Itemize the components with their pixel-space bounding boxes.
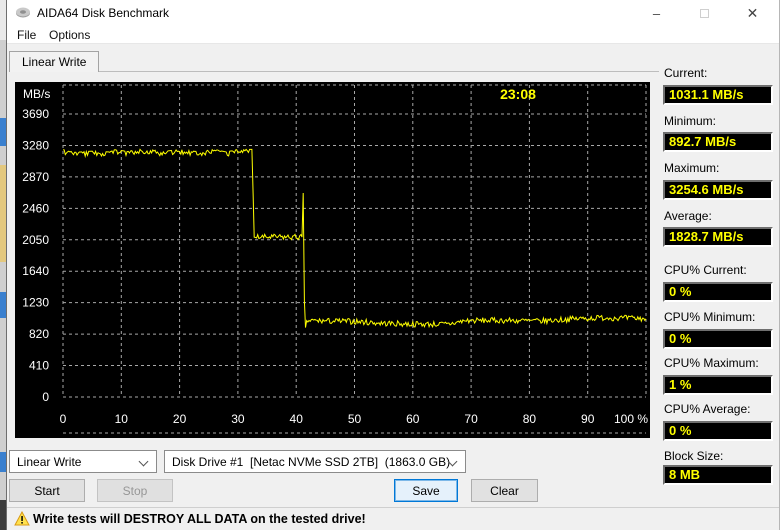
tab-linear-write[interactable]: Linear Write [9, 51, 100, 72]
axis-tick-label: 2870 [22, 170, 49, 184]
stat-label-average: Average: [664, 209, 712, 223]
stat-value-current: 1031.1 MB/s [663, 85, 773, 105]
stat-value-cpu-current: 0 % [663, 282, 773, 302]
axis-tick-label: 40 [290, 412, 304, 426]
menubar: File Options [7, 26, 779, 44]
maximize-icon [700, 8, 709, 18]
statusbar: Write tests will DESTROY ALL DATA on the… [7, 507, 779, 530]
start-button[interactable]: Start [9, 479, 85, 502]
stat-value-minimum: 892.7 MB/s [663, 132, 773, 152]
menu-file[interactable]: File [17, 28, 36, 42]
axis-tick-label: 60 [406, 412, 420, 426]
stat-label-cpu-minimum: CPU% Minimum: [664, 310, 756, 324]
stat-value-cpu-maximum: 1 % [663, 375, 773, 395]
warning-icon [14, 511, 30, 526]
axis-tick-label: 0 [60, 412, 67, 426]
axis-tick-label: 3690 [22, 107, 49, 121]
stat-value-average: 1828.7 MB/s [663, 227, 773, 247]
axis-tick-label: 100 % [614, 412, 648, 426]
test-type-value: Linear Write [17, 454, 82, 469]
stat-label-cpu-current: CPU% Current: [664, 263, 747, 277]
axis-tick-label: 20 [173, 412, 187, 426]
stat-label-cpu-maximum: CPU% Maximum: [664, 356, 759, 370]
stat-value-cpu-minimum: 0 % [663, 329, 773, 349]
menu-options[interactable]: Options [49, 28, 90, 42]
stat-value-block-size: 8 MB [663, 465, 773, 485]
axis-tick-label: 70 [464, 412, 478, 426]
axis-tick-label: 50 [348, 412, 362, 426]
save-button[interactable]: Save [394, 479, 458, 502]
axis-tick-label: 80 [523, 412, 537, 426]
axis-tick-label: 0 [42, 390, 49, 404]
axis-tick-label: 2050 [22, 233, 49, 247]
stat-label-current: Current: [664, 66, 708, 80]
stat-value-cpu-average: 0 % [663, 421, 773, 441]
chart-time-label: 23:08 [500, 86, 536, 102]
clear-button[interactable]: Clear [471, 479, 538, 502]
axis-tick-label: 410 [29, 359, 49, 373]
maximize-button[interactable] [682, 0, 727, 26]
axis-tick-label: 90 [581, 412, 595, 426]
window-title: AIDA64 Disk Benchmark [37, 6, 170, 20]
stop-button[interactable]: Stop [97, 479, 173, 502]
drive-select[interactable]: Disk Drive #1 [Netac NVMe SSD 2TB] (1863… [164, 450, 466, 473]
stat-value-maximum: 3254.6 MB/s [663, 180, 773, 200]
axis-tick-label: 10 [115, 412, 129, 426]
axis-tick-label: 3280 [22, 138, 49, 152]
benchmark-chart: MB/s041082012301640205024602870328036900… [15, 82, 650, 438]
titlebar: AIDA64 Disk Benchmark – ✕ [7, 0, 779, 26]
close-button[interactable]: ✕ [730, 0, 775, 26]
tab-pane-border [9, 71, 659, 72]
y-axis-unit-label: MB/s [23, 87, 50, 101]
stat-label-maximum: Maximum: [664, 161, 720, 175]
minimize-icon: – [652, 5, 661, 21]
status-message: Write tests will DESTROY ALL DATA on the… [33, 512, 366, 526]
chevron-down-icon [138, 456, 149, 467]
axis-tick-label: 30 [231, 412, 245, 426]
close-icon: ✕ [746, 4, 759, 21]
stat-label-cpu-average: CPU% Average: [664, 402, 751, 416]
minimize-button[interactable]: – [634, 0, 679, 26]
stat-label-block-size: Block Size: [664, 449, 724, 463]
app-window: AIDA64 Disk Benchmark – ✕ File Options L… [6, 0, 780, 530]
test-type-select[interactable]: Linear Write [9, 450, 157, 473]
app-icon [16, 7, 30, 18]
axis-tick-label: 2460 [22, 201, 49, 215]
drive-select-value: Disk Drive #1 [Netac NVMe SSD 2TB] (1863… [172, 454, 451, 469]
axis-tick-label: 1230 [22, 296, 49, 310]
axis-tick-label: 820 [29, 327, 49, 341]
screen: AIDA64 Disk Benchmark – ✕ File Options L… [0, 0, 780, 530]
stat-label-minimum: Minimum: [664, 114, 717, 128]
axis-tick-label: 1640 [22, 264, 49, 278]
